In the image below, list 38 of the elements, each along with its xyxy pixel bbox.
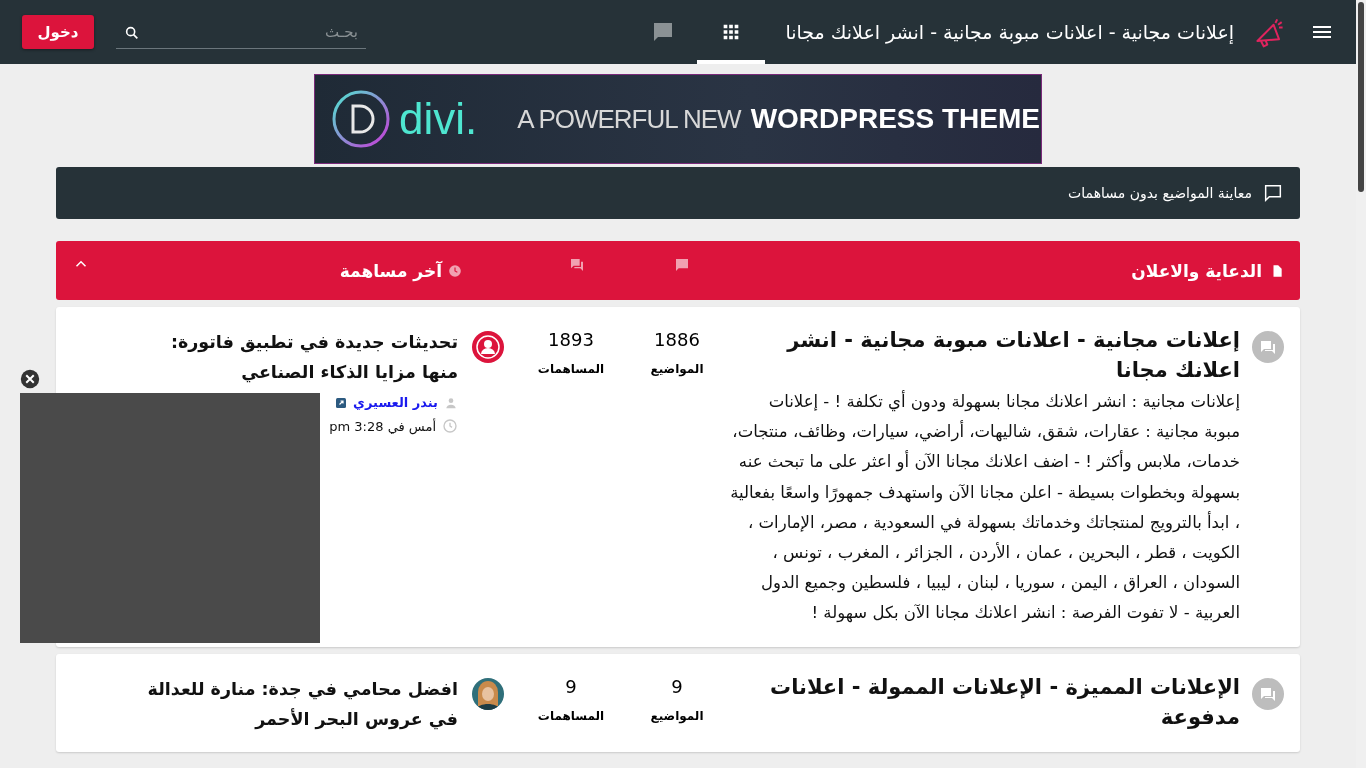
category-title[interactable]: الدعاية والاعلان [1131,260,1262,281]
avatar-icon[interactable] [472,331,504,363]
topic-count: 1886 [654,329,700,350]
login-button[interactable]: دخول [22,15,94,49]
forum-title[interactable]: الإعلانات المميزة - الإعلانات الممولة - اعلانات مدفوعة [730,671,1240,732]
comment-icon [1262,182,1284,204]
post-count-label: المساهمات [537,362,605,376]
topic-icon [673,256,690,273]
banner-ad[interactable]: divi. A POWERFUL NEW WORDPRESS THEME [314,74,1042,164]
banner-headline: WORDPRESS THEME [750,103,1040,135]
forum-icon [1252,677,1284,710]
post-time: أمس في 3:28 pm [329,418,436,434]
post-count: 1893 [548,329,594,350]
post-count-label: المساهمات [537,708,605,723]
banner-logo-text: divi. [399,94,478,144]
search-icon[interactable] [124,24,140,41]
external-link-icon[interactable] [335,396,348,409]
forum-icon [1252,331,1284,363]
author-link[interactable]: بندر العسيري [353,395,438,410]
last-post-title[interactable]: افضل محامي في جدة: منارة للعدالة في عروس البحر الأحمر [136,673,458,734]
site-title[interactable]: إعلانات مجانية - اعلانات مبوبة مجانية - انشر اعلانك مجانا [785,21,1234,43]
clock-icon [442,418,458,434]
posts-icon [568,256,585,273]
forum-description: إعلانات مجانية : انشر اعلانك مجانا بسهولة ودون أي تكلفة ! - إعلانات مبوبة مجانية : عقارات، شقق، شاليهات، أراضي، سيارات، وظائف، منتجات، خدمات، ملابس وأكثر ! - اضف اعلانك مجانا الآن أو اعثر على ما تبحث عنه بسهولة وبخطوات بسيطة - اعلن مجانا الآن واستهدف جمهورًا واسعًا بفعالية ، ابدأ بالترويج لمنتجاتك وخدماتك بسهولة في السعودية ، مصر، الإمارات ، الكويت ، قطر ، البحرين ، عمان ، الأردن ، الجزائر ، المغرب ، تونس ، السودان ، العراق ، اليمن ، سوريا ، لبنان ، ليبيا ، فلسطين وجميع الدول العربية - لا تفوت الفرصة : انشر اعلانك مجانا الآن بكل سهولة ! [730,389,1240,625]
search-field[interactable]: بحـث [116,15,366,49]
user-icon [444,395,458,410]
topic-count: 9 [671,675,683,697]
post-count: 9 [565,675,577,697]
close-icon[interactable] [20,369,40,389]
notice-link[interactable]: معاينة المواضيع بدون مساهمات [1068,185,1252,201]
topic-count-label: المواضيع [650,708,704,723]
last-post-heading: آخر مساهمة [339,260,442,281]
last-post-title[interactable]: تحديثات جديدة في تطبيق فاتورة: منها مزايا الذكاء الصناعي [136,327,458,387]
clock-icon [448,263,462,278]
d-logo-icon [331,89,391,149]
banner-tagline: A POWERFUL NEW [517,103,741,135]
topic-count-label: المواضيع [650,362,704,376]
forum-title[interactable]: إعلانات مجانية - اعلانات مبوبة مجانية - انشر اعلانك مجانا [730,325,1240,385]
